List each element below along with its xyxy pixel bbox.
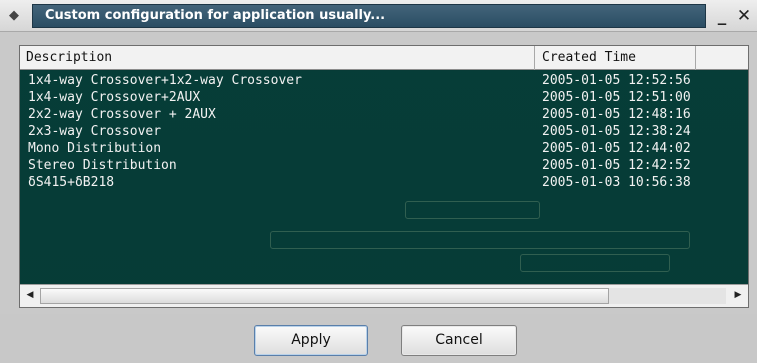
column-header-description[interactable]: Description — [20, 46, 535, 70]
row-description: 2x2-way Crossover + 2AUX — [28, 107, 216, 122]
table-row[interactable]: 2x2-way Crossover + 2AUX 2005-01-05 12:4… — [20, 107, 748, 123]
list-body: 1x4-way Crossover+1x2-way Crossover 2005… — [20, 71, 748, 284]
window-title: Custom configuration for application usu… — [45, 8, 386, 23]
table-row[interactable]: 2x3-way Crossover 2005-01-05 12:38:24 — [20, 124, 748, 140]
table-row[interactable]: δS415+δB218 2005-01-03 10:56:38 — [20, 175, 748, 191]
row-created-time: 2005-01-05 12:42:52 — [542, 158, 691, 173]
configuration-list: Description Created Time 1x4-way Crossov… — [19, 45, 749, 308]
title-bar: ◆ Custom configuration for application u… — [0, 0, 757, 32]
row-description: Mono Distribution — [28, 141, 162, 156]
title-panel: Custom configuration for application usu… — [32, 4, 706, 28]
app-menu-icon[interactable]: ◆ — [5, 8, 23, 24]
row-created-time: 2005-01-05 12:52:56 — [542, 73, 691, 88]
apply-button[interactable]: Apply — [254, 325, 368, 356]
column-header-created-time[interactable]: Created Time — [536, 46, 696, 70]
row-description: 1x4-way Crossover+2AUX — [28, 90, 201, 105]
table-row[interactable]: 1x4-way Crossover+2AUX 2005-01-05 12:51:… — [20, 90, 748, 106]
row-description: Stereo Distribution — [28, 158, 177, 173]
cancel-button[interactable]: Cancel — [401, 325, 517, 356]
row-created-time: 2005-01-03 10:56:38 — [542, 175, 691, 190]
background-ghost — [270, 231, 690, 249]
scroll-thumb[interactable] — [40, 288, 609, 304]
row-created-time: 2005-01-05 12:38:24 — [542, 124, 691, 139]
horizontal-scrollbar[interactable]: ◀ ▶ — [20, 284, 748, 307]
table-row[interactable]: Stereo Distribution 2005-01-05 12:42:52 — [20, 158, 748, 174]
dialog-footer — [0, 314, 757, 363]
scroll-track[interactable] — [40, 288, 726, 304]
row-description: δS415+δB218 — [28, 175, 115, 190]
table-row[interactable]: 1x4-way Crossover+1x2-way Crossover 2005… — [20, 73, 748, 89]
row-description: 1x4-way Crossover+1x2-way Crossover — [28, 73, 302, 88]
arrow-right-icon[interactable]: ▶ — [730, 287, 746, 304]
row-description: 2x3-way Crossover — [28, 124, 162, 139]
row-created-time: 2005-01-05 12:51:00 — [542, 90, 691, 105]
list-header: Description Created Time — [20, 46, 748, 70]
table-row[interactable]: Mono Distribution 2005-01-05 12:44:02 — [20, 141, 748, 157]
background-ghost — [520, 254, 670, 272]
arrow-left-icon[interactable]: ◀ — [22, 287, 38, 304]
row-created-time: 2005-01-05 12:48:16 — [542, 107, 691, 122]
minimize-button[interactable]: _ — [713, 6, 731, 26]
background-ghost — [405, 201, 540, 219]
row-created-time: 2005-01-05 12:44:02 — [542, 141, 691, 156]
close-button[interactable]: ✕ — [735, 6, 753, 26]
